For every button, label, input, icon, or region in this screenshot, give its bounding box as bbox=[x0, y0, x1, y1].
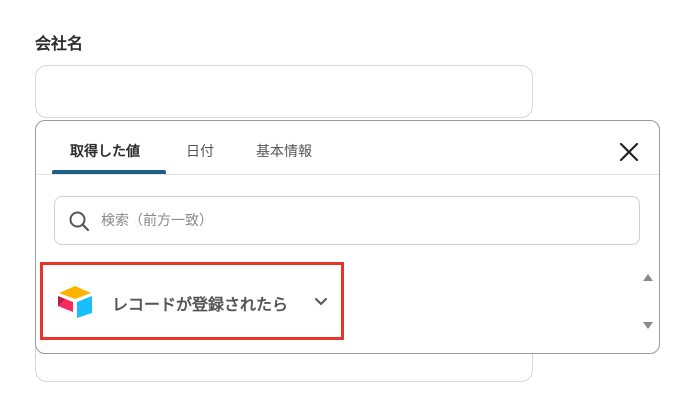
tab-date[interactable]: 日付 bbox=[186, 141, 214, 161]
popup-scrollbar[interactable] bbox=[640, 268, 654, 334]
trigger-record-created-item[interactable]: レコードが登録されたら bbox=[44, 263, 344, 341]
chevron-down-icon[interactable] bbox=[313, 294, 329, 310]
company-name-input[interactable] bbox=[35, 65, 533, 118]
tab-basic-info[interactable]: 基本情報 bbox=[256, 141, 312, 161]
search-box bbox=[54, 196, 640, 245]
active-tab-indicator bbox=[52, 170, 166, 174]
tab-retrieved-values[interactable]: 取得した値 bbox=[70, 141, 140, 161]
search-icon bbox=[69, 211, 90, 232]
search-input[interactable] bbox=[101, 209, 601, 233]
close-button[interactable] bbox=[618, 141, 640, 163]
airtable-logo-icon bbox=[58, 286, 92, 318]
scroll-up-arrow-icon[interactable] bbox=[643, 274, 653, 281]
close-icon bbox=[619, 142, 639, 162]
scroll-down-arrow-icon[interactable] bbox=[643, 322, 653, 329]
company-name-label: 会社名 bbox=[35, 34, 84, 53]
value-picker-popup: 取得した値 日付 基本情報 レコードが登録されたら bbox=[35, 120, 660, 354]
picker-tabs: 取得した値 日付 基本情報 bbox=[36, 121, 659, 175]
trigger-label: レコードが登録されたら bbox=[112, 295, 289, 314]
